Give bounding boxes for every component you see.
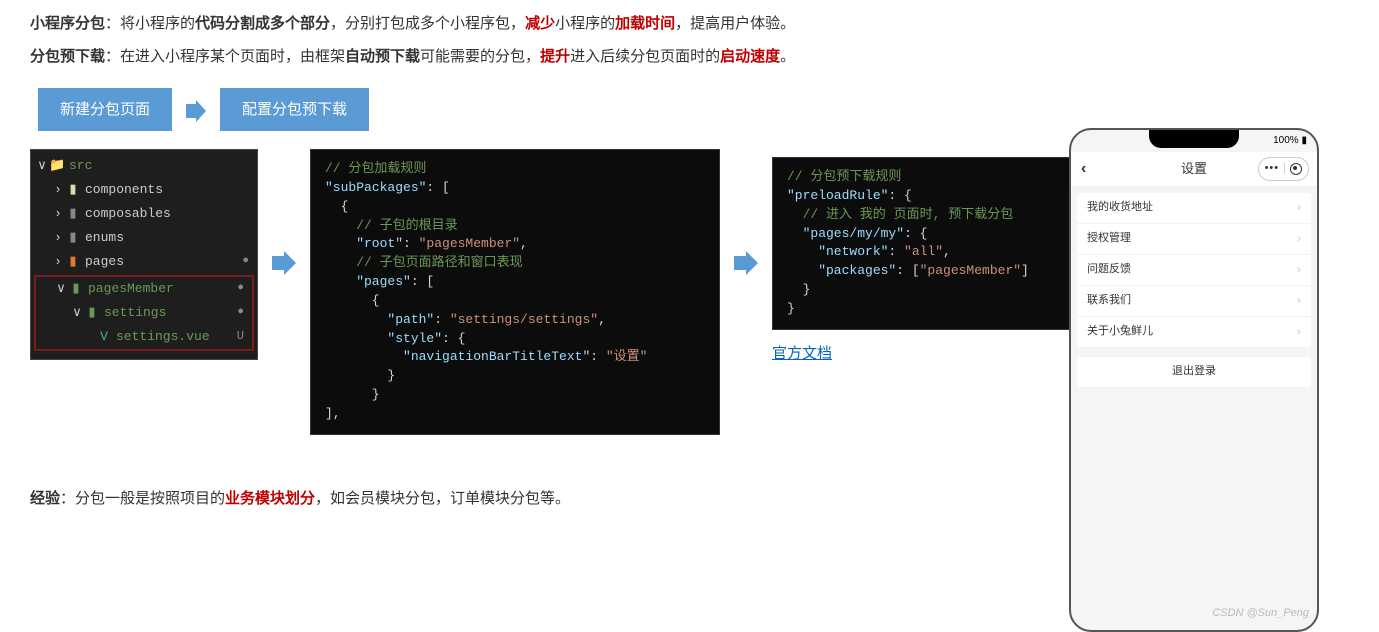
highlight: 业务模块划分 xyxy=(225,490,315,507)
modified-dot-icon: ● xyxy=(242,252,249,272)
keyword: 分包预下载 xyxy=(30,48,105,65)
tree-item-settings[interactable]: ∨ ▮ settings ● xyxy=(36,301,252,325)
text: 。 xyxy=(780,48,795,65)
text: ：分包一般是按照项目的 xyxy=(60,490,225,507)
text: ：在进入小程序某个页面时，由框架 xyxy=(105,48,345,65)
arrow-right-icon xyxy=(728,149,764,286)
text: ：将小程序的 xyxy=(105,15,195,32)
folder-icon: ▮ xyxy=(65,226,81,249)
text: ，分别打包成多个小程序包， xyxy=(330,15,525,32)
text: 小程序的 xyxy=(555,15,615,32)
logout-button[interactable]: 退出登录 xyxy=(1077,357,1311,387)
keyword: 小程序分包 xyxy=(30,15,105,32)
tree-label: components xyxy=(85,178,163,201)
tree-label: src xyxy=(69,154,92,177)
modified-dot-icon: ● xyxy=(237,279,244,299)
official-docs-link[interactable]: 官方文档 xyxy=(772,340,832,367)
chevron-right-icon: › xyxy=(1297,321,1301,343)
folder-icon: ▮ xyxy=(68,277,84,300)
keyword: 自动预下载 xyxy=(345,48,420,65)
folder-icon: ▮ xyxy=(84,301,100,324)
list-item[interactable]: 联系我们› xyxy=(1077,286,1311,317)
tree-label: settings xyxy=(104,301,166,324)
keyword: 代码分割成多个部分 xyxy=(195,15,330,32)
list-item[interactable]: 授权管理› xyxy=(1077,224,1311,255)
paragraph-subpackage: 小程序分包：将小程序的代码分割成多个部分，分别打包成多个小程序包，减少小程序的加… xyxy=(30,10,1349,37)
text: 进入后续分包页面时的 xyxy=(570,48,720,65)
highlight: 启动速度 xyxy=(720,48,780,65)
more-icon: ••• xyxy=(1265,159,1280,179)
battery-icon: ▮ xyxy=(1301,132,1307,150)
folder-icon: 📁 xyxy=(49,154,65,177)
highlight: 加载时间 xyxy=(615,15,675,32)
folder-icon: ▮ xyxy=(65,202,81,225)
highlighted-frame: ∨ ▮ pagesMember ● ∨ ▮ settings ● V setti… xyxy=(34,275,254,351)
phone-header: ‹ 设置 ••• | xyxy=(1071,152,1317,187)
back-icon[interactable]: ‹ xyxy=(1081,155,1086,184)
vue-file-icon: V xyxy=(96,325,112,348)
tree-item-pages[interactable]: › ▮ pages ● xyxy=(31,250,257,274)
list-item[interactable]: 我的收货地址› xyxy=(1077,193,1311,224)
keyword: 经验 xyxy=(30,490,60,507)
tree-item-settings-vue[interactable]: V settings.vue U xyxy=(36,325,252,349)
tree-item-enums[interactable]: › ▮ enums xyxy=(31,226,257,250)
tree-item-composables[interactable]: › ▮ composables xyxy=(31,202,257,226)
watermark: CSDN @Sun_Peng xyxy=(1212,604,1309,624)
chevron-right-icon: › xyxy=(1297,197,1301,219)
tree-label: composables xyxy=(85,202,171,225)
step-2-button: 配置分包预下载 xyxy=(220,88,369,131)
phone-title: 设置 xyxy=(1181,157,1207,180)
modified-dot-icon: ● xyxy=(237,303,244,323)
list-item[interactable]: 问题反馈› xyxy=(1077,255,1311,286)
file-explorer: ∨ 📁 src › ▮ components › ▮ composables ›… xyxy=(30,149,258,360)
tree-label: settings.vue xyxy=(116,325,210,348)
capsule-button[interactable]: ••• | xyxy=(1258,157,1309,181)
arrow-right-icon xyxy=(266,149,302,286)
tree-item-pagesmember[interactable]: ∨ ▮ pagesMember ● xyxy=(36,277,252,301)
battery-text: 100% xyxy=(1273,132,1299,150)
tree-label: pagesMember xyxy=(88,277,174,300)
tree-label: enums xyxy=(85,226,124,249)
text: 可能需要的分包， xyxy=(420,48,540,65)
phone-mockup: 100% ▮ ‹ 设置 ••• | 我的收货地址› 授权管理› 问题反馈› 联系… xyxy=(1069,128,1319,632)
phone-notch xyxy=(1149,130,1239,148)
arrow-right-icon xyxy=(184,99,208,123)
chevron-right-icon: › xyxy=(1297,259,1301,281)
highlight: 提升 xyxy=(540,48,570,65)
highlight: 减少 xyxy=(525,15,555,32)
folder-icon: ▮ xyxy=(65,178,81,201)
untracked-badge: U xyxy=(237,326,244,348)
step-row: 新建分包页面 配置分包预下载 xyxy=(38,88,1349,131)
folder-icon: ▮ xyxy=(65,250,81,273)
step-1-button: 新建分包页面 xyxy=(38,88,172,131)
phone-menu-list: 我的收货地址› 授权管理› 问题反馈› 联系我们› 关于小兔鲜儿› xyxy=(1077,193,1311,347)
code-subpackages: // 分包加载规则 "subPackages": [ { // 子包的根目录 "… xyxy=(310,149,720,435)
list-item[interactable]: 关于小兔鲜儿› xyxy=(1077,317,1311,347)
tree-item-src[interactable]: ∨ 📁 src xyxy=(31,154,257,178)
text: ，如会员模块分包，订单模块分包等。 xyxy=(315,490,570,507)
code-preloadrule: // 分包预下载规则 "preloadRule": { // 进入 我的 页面时… xyxy=(772,157,1092,330)
target-icon xyxy=(1290,163,1302,175)
chevron-right-icon: › xyxy=(1297,290,1301,312)
tree-label: pages xyxy=(85,250,124,273)
text: ，提高用户体验。 xyxy=(675,15,795,32)
tree-item-components[interactable]: › ▮ components xyxy=(31,178,257,202)
paragraph-preload: 分包预下载：在进入小程序某个页面时，由框架自动预下载可能需要的分包，提升进入后续… xyxy=(30,43,1349,70)
chevron-right-icon: › xyxy=(1297,228,1301,250)
